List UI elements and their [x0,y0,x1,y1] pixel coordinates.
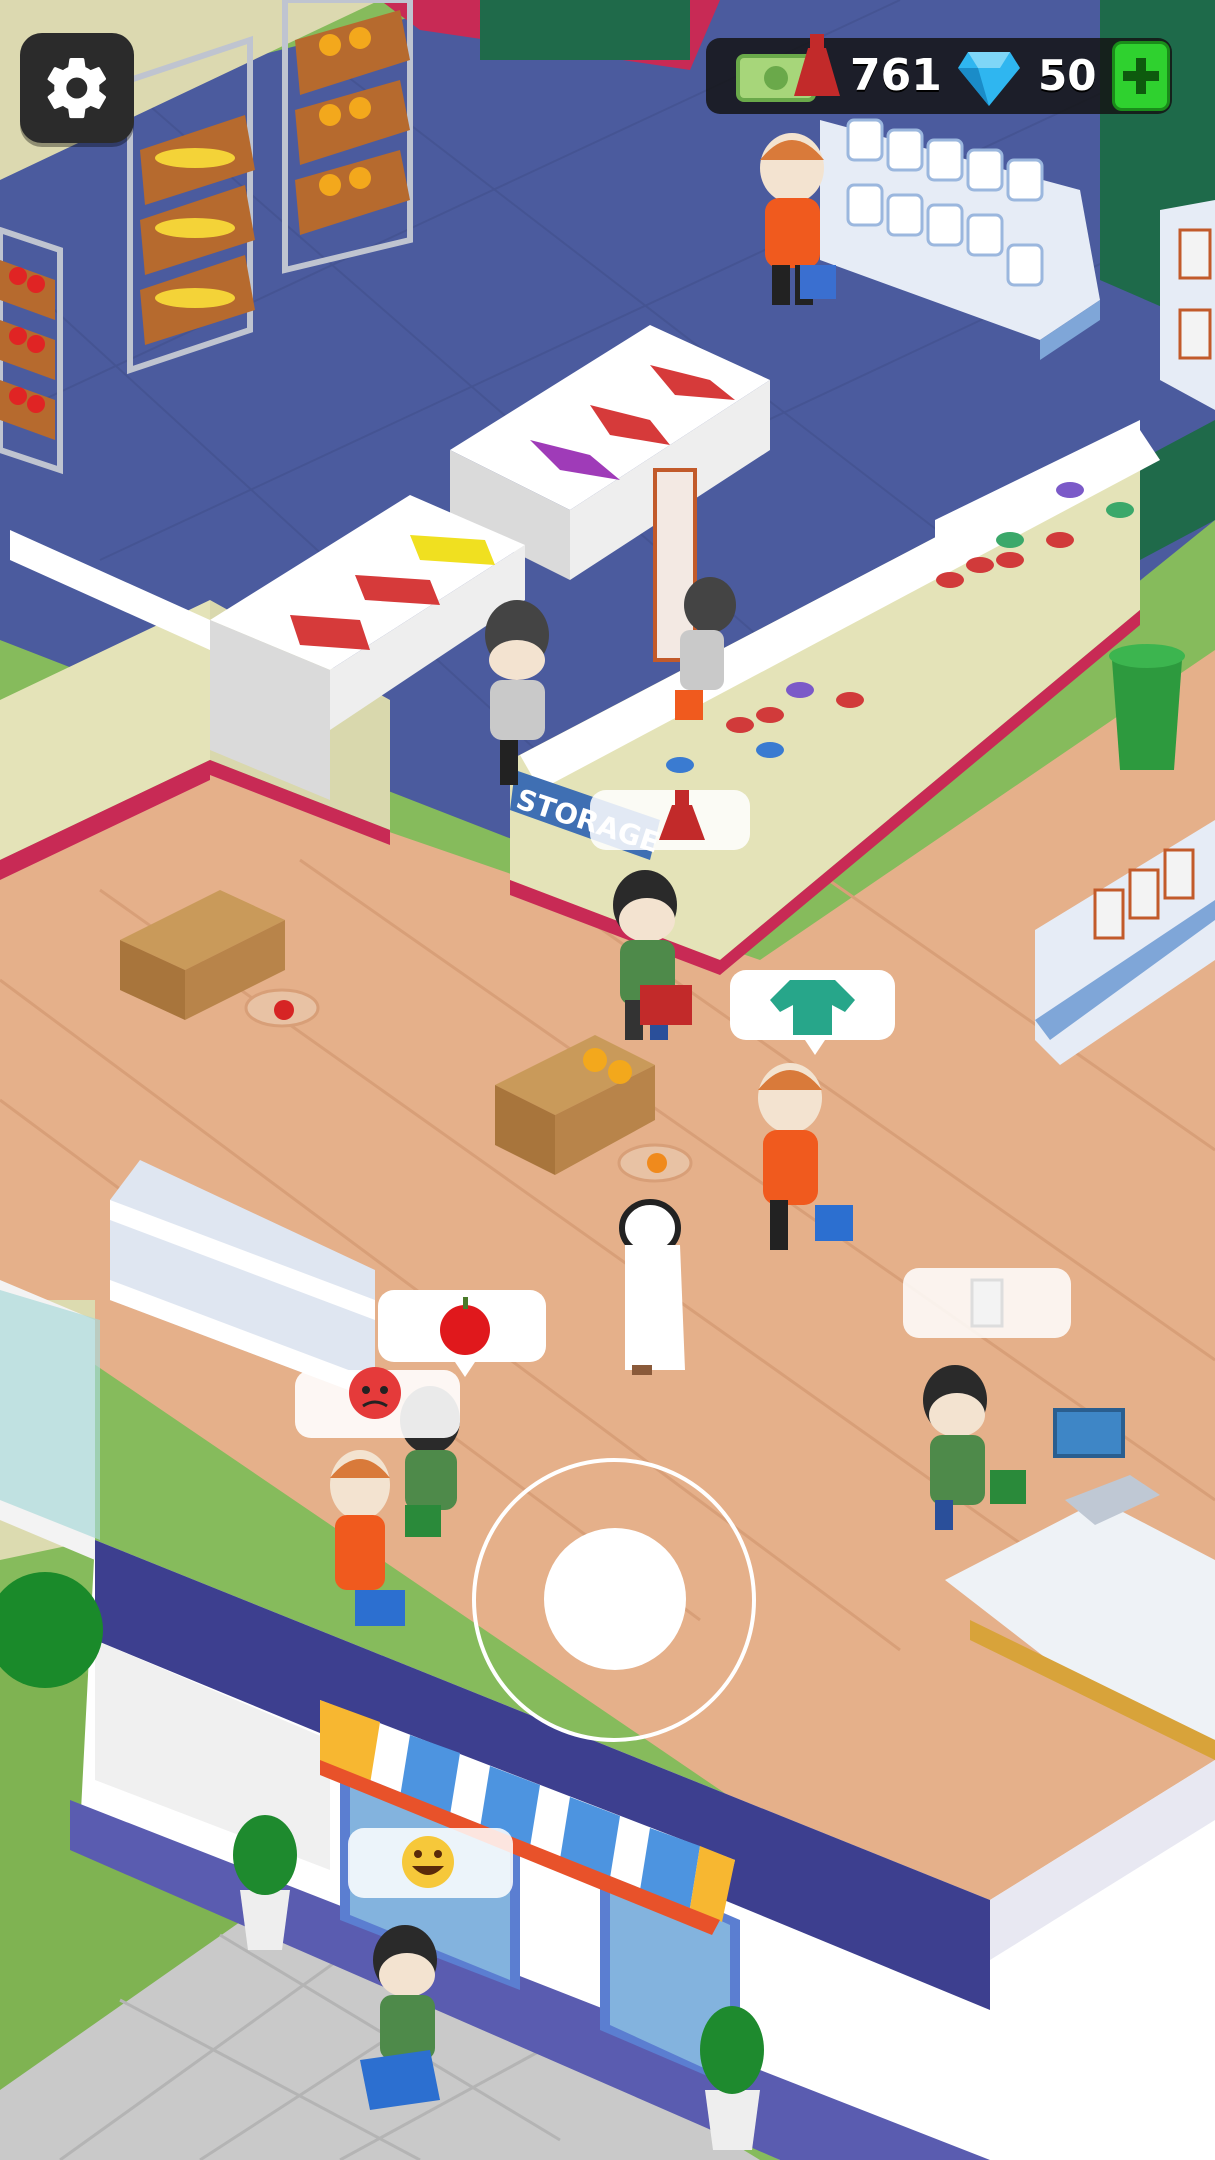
customer-white-robe[interactable] [619,1199,685,1375]
bubble-angry [295,1367,460,1438]
milk-carton-icon [970,1278,1004,1328]
settings-button[interactable] [20,33,134,143]
green-wall-section [480,0,690,60]
angry-emoji-icon [349,1367,401,1419]
gear-icon [47,57,107,119]
bubble-happy [348,1828,513,1898]
orange-drop-marker [617,1143,693,1183]
add-gems-button[interactable] [1112,41,1170,111]
bubble-milk-request [903,1268,1071,1338]
cash-register-screen [1053,1408,1125,1458]
grinning-emoji-icon [402,1836,454,1888]
apple-drop-marker [244,988,320,1028]
apple-icon [440,1305,490,1355]
milk-shelf-upper-right[interactable] [1160,200,1215,410]
bubble-dress-request [590,790,750,850]
joystick-knob[interactable] [544,1528,686,1670]
game-scene[interactable]: STORAGE [0,0,1215,2160]
trash-can[interactable] [1109,644,1185,770]
plus-icon [1123,58,1159,94]
glass-wall [0,1290,100,1540]
